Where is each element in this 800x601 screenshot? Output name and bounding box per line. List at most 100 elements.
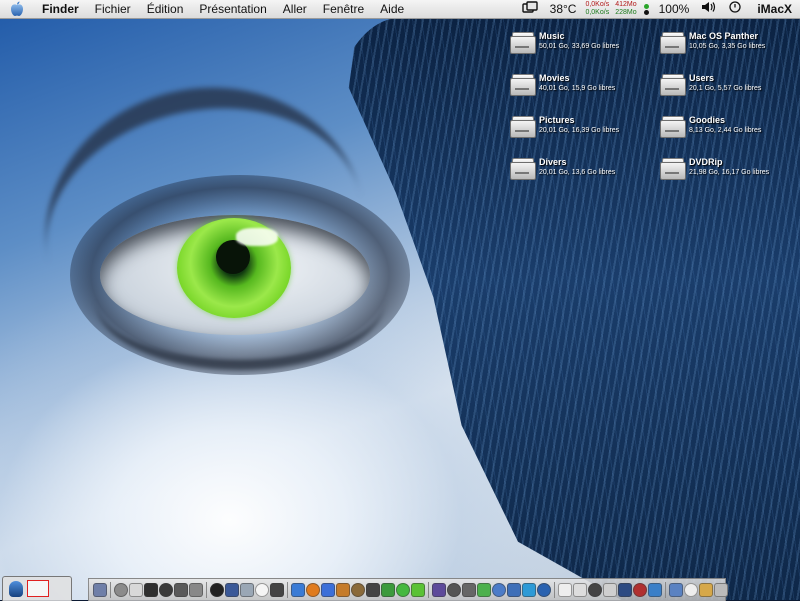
disk-utility-icon[interactable] <box>174 583 188 597</box>
activity-leds[interactable] <box>640 3 653 15</box>
wallpaper-eye-glint <box>236 228 278 246</box>
hard-drive-icon <box>509 32 536 54</box>
folder-icon[interactable] <box>336 583 350 597</box>
burn-icon[interactable] <box>462 583 476 597</box>
menu-presentation[interactable]: Présentation <box>191 0 274 18</box>
net-upload-rate: 0,0Ko/s <box>585 1 610 8</box>
media-player-icon[interactable] <box>507 583 521 597</box>
camino-icon[interactable] <box>366 583 380 597</box>
console-icon[interactable] <box>225 583 239 597</box>
menu-bar: Finder Fichier Édition Présentation Alle… <box>0 0 800 19</box>
volume-capacity: 20,01 Go, 13,6 Go libres <box>539 169 616 176</box>
display-mirror-icon[interactable] <box>516 0 544 18</box>
apps-folder-icon[interactable] <box>669 583 683 597</box>
trash-icon[interactable] <box>714 583 728 597</box>
documents-folder-icon[interactable] <box>699 583 713 597</box>
menu-extras: 38°C 0,0Ko/s 0,0Ko/s 412Mo 228Mo 100% iM… <box>516 0 800 18</box>
photo-app-icon[interactable] <box>648 583 662 597</box>
volume-mac-os-panther[interactable]: Mac OS Panther 10,05 Go, 3,35 Go libres <box>659 30 765 54</box>
flash-icon[interactable] <box>633 583 647 597</box>
messenger-icon[interactable] <box>411 583 425 597</box>
volume-capacity: 10,05 Go, 3,35 Go libres <box>689 43 766 50</box>
volume-name: Music <box>539 31 565 41</box>
chat-icon[interactable] <box>381 583 395 597</box>
volume-divers[interactable]: Divers 20,01 Go, 13,6 Go libres <box>509 156 615 180</box>
volume-music[interactable]: Music 50,01 Go, 33,69 Go libres <box>509 30 619 54</box>
stuffit-icon[interactable] <box>537 583 551 597</box>
limewire-icon[interactable] <box>477 583 491 597</box>
memory-used: 412Mo <box>615 1 637 8</box>
menu-aller[interactable]: Aller <box>275 0 315 18</box>
volume-capacity: 50,01 Go, 33,69 Go libres <box>539 43 620 50</box>
safari-icon[interactable] <box>291 583 305 597</box>
volume-capacity: 20,01 Go, 16,39 Go libres <box>539 127 620 134</box>
home-folder-icon[interactable] <box>684 583 698 597</box>
volume-pictures[interactable]: Pictures 20,01 Go, 16,39 Go libres <box>509 114 619 138</box>
terminal-icon[interactable] <box>210 583 224 597</box>
volume-name: Pictures <box>539 115 575 125</box>
volume-users[interactable]: Users 20,1 Go, 5,57 Go libres <box>659 72 761 96</box>
screen-selection-icon[interactable] <box>27 580 49 597</box>
mail-icon[interactable] <box>351 583 365 597</box>
x11-icon[interactable] <box>255 583 269 597</box>
volume-dvdrip[interactable]: DVDRip 21,98 Go, 16,17 Go libres <box>659 156 769 180</box>
volume-capacity: 8,13 Go, 2,44 Go libres <box>689 127 762 134</box>
finder-drawer-tab[interactable] <box>2 576 72 601</box>
volume-capacity: 21,98 Go, 16,17 Go libres <box>689 169 770 176</box>
preview-icon[interactable] <box>93 583 107 597</box>
imovie-icon[interactable] <box>432 583 446 597</box>
menu-fichier[interactable]: Fichier <box>87 0 139 18</box>
volume-name: DVDRip <box>689 157 723 167</box>
apple-menu-icon[interactable] <box>0 0 34 18</box>
hostname-label[interactable]: iMacX <box>747 2 800 16</box>
net-download-rate: 0,0Ko/s <box>585 9 610 16</box>
network-utility-icon[interactable] <box>558 583 572 597</box>
dock-separator <box>110 582 111 598</box>
menu-aide[interactable]: Aide <box>372 0 412 18</box>
graphics-app-icon[interactable] <box>270 583 284 597</box>
address-book-icon[interactable] <box>114 583 128 597</box>
menu-finder[interactable]: Finder <box>34 0 87 18</box>
network-icon[interactable] <box>240 583 254 597</box>
quicktime-icon[interactable] <box>492 583 506 597</box>
dock-separator <box>554 582 555 598</box>
tools-icon[interactable] <box>447 583 461 597</box>
cheese-icon[interactable] <box>573 583 587 597</box>
dock-separator <box>665 582 666 598</box>
volume-icon[interactable] <box>695 0 723 18</box>
hard-drive-icon <box>509 116 536 138</box>
volume-movies[interactable]: Movies 40,01 Go, 15,9 Go libres <box>509 72 615 96</box>
skype-icon[interactable] <box>396 583 410 597</box>
volume-name: Goodies <box>689 115 726 125</box>
dock-separator <box>206 582 207 598</box>
memory-monitor[interactable]: 412Mo 228Mo <box>612 1 639 17</box>
firefox-icon[interactable] <box>306 583 320 597</box>
temperature-readout[interactable]: 38°C <box>544 0 583 18</box>
menu-edition[interactable]: Édition <box>139 0 192 18</box>
ie-icon[interactable] <box>321 583 335 597</box>
itunes-icon[interactable] <box>144 583 158 597</box>
dvd-player-icon[interactable] <box>159 583 173 597</box>
dock <box>88 578 728 601</box>
ical-icon[interactable] <box>129 583 143 597</box>
dock-separator <box>287 582 288 598</box>
menu-fenetre[interactable]: Fenêtre <box>315 0 372 18</box>
hard-drive-icon <box>659 116 686 138</box>
volume-capacity: 20,1 Go, 5,57 Go libres <box>689 85 762 92</box>
hard-drive-icon <box>509 74 536 96</box>
dock-separator <box>428 582 429 598</box>
activity-led-black <box>643 9 649 15</box>
volume-goodies[interactable]: Goodies 8,13 Go, 2,44 Go libres <box>659 114 761 138</box>
system-preferences-icon[interactable] <box>189 583 203 597</box>
battery-percent[interactable]: 100% <box>653 0 696 18</box>
dog-icon[interactable] <box>588 583 602 597</box>
hard-drive-icon <box>659 32 686 54</box>
clock-icon[interactable] <box>723 0 747 18</box>
photoshop-icon[interactable] <box>618 583 632 597</box>
network-monitor[interactable]: 0,0Ko/s 0,0Ko/s <box>582 1 612 17</box>
activity-led-green <box>643 3 649 9</box>
vlc-icon[interactable] <box>522 583 536 597</box>
volume-name: Movies <box>539 73 570 83</box>
memory-free: 228Mo <box>615 9 637 16</box>
calculator-icon[interactable] <box>603 583 617 597</box>
